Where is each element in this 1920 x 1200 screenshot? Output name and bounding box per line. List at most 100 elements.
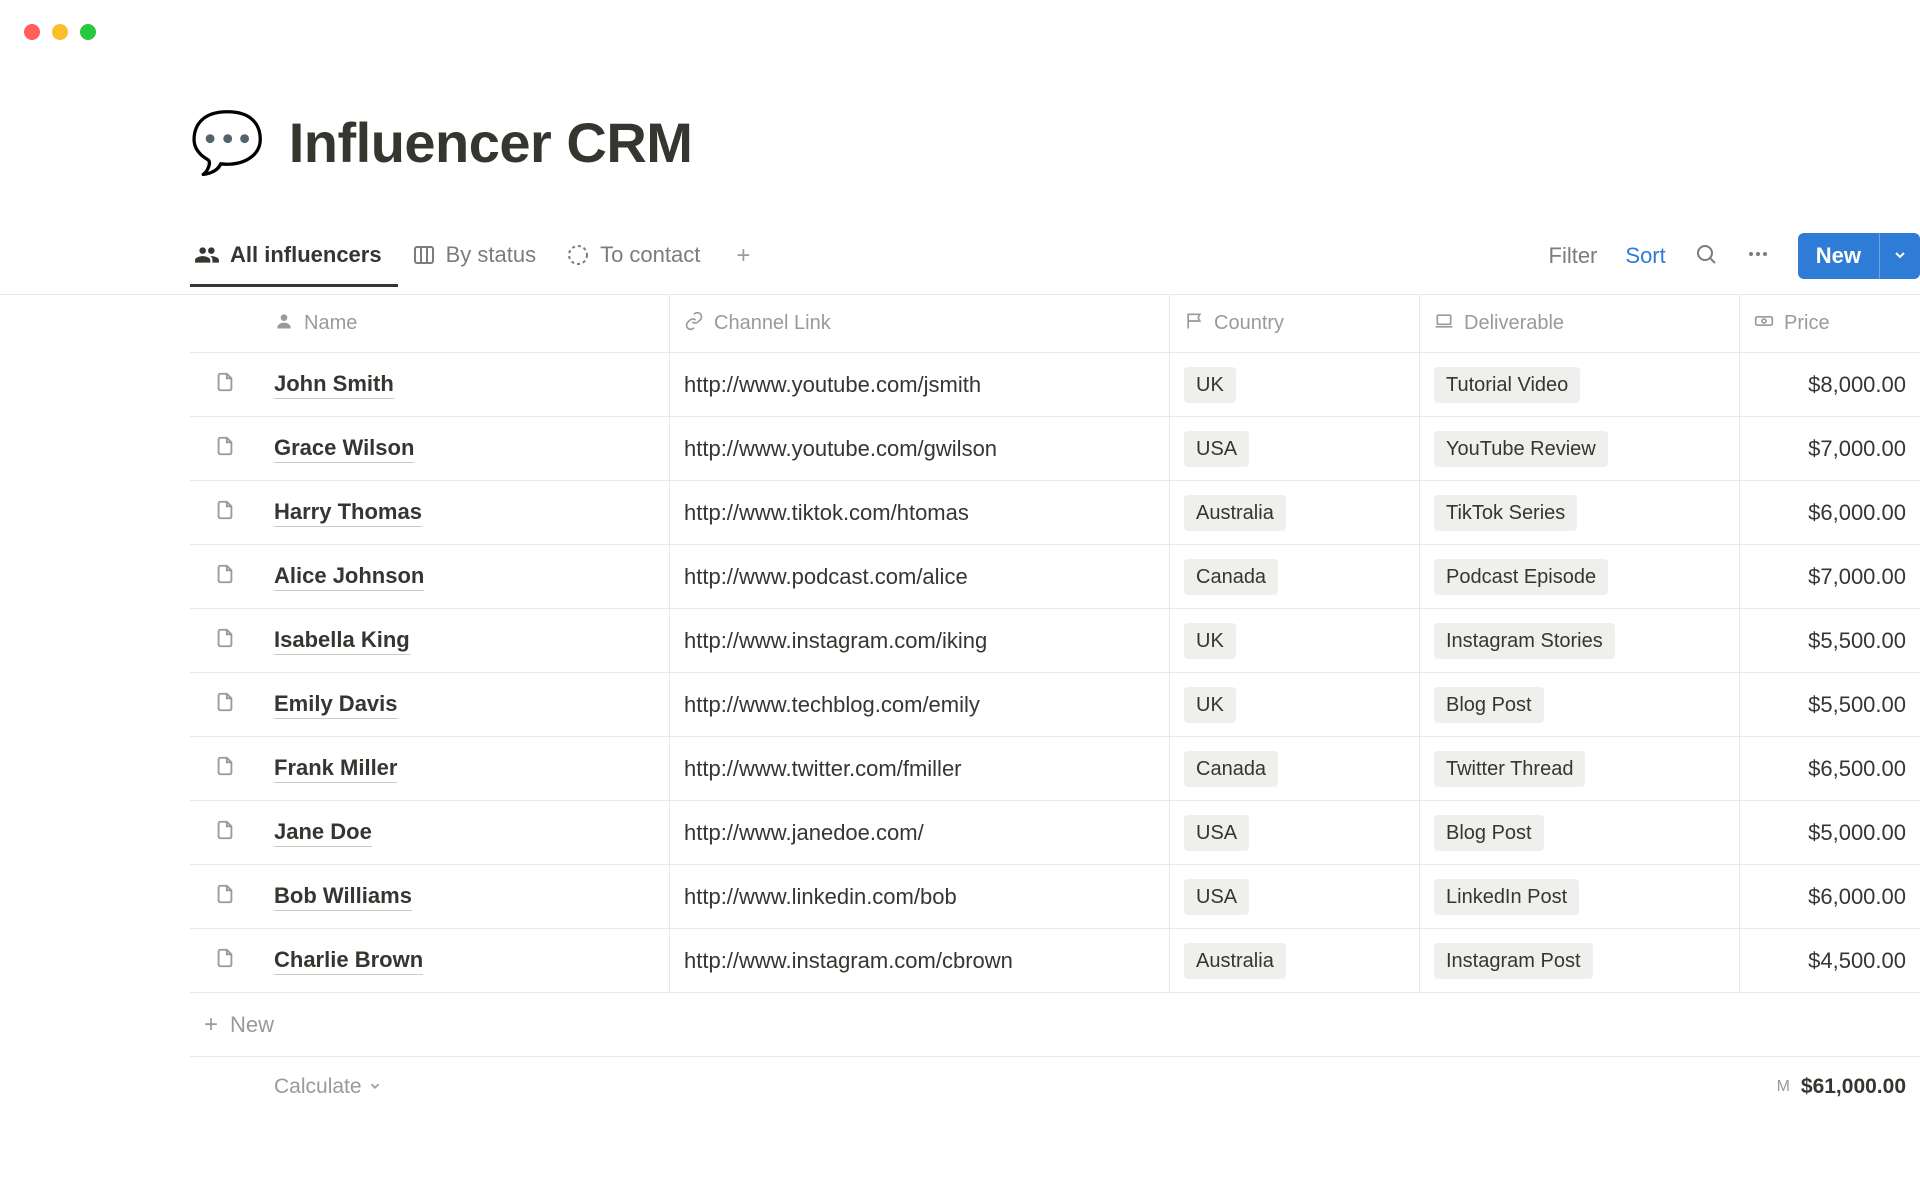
page-icon (214, 627, 236, 655)
cell-channel[interactable]: http://www.janedoe.com/ (670, 801, 1170, 864)
cell-deliverable[interactable]: TikTok Series (1420, 481, 1740, 544)
cell-deliverable[interactable]: Instagram Stories (1420, 609, 1740, 672)
column-header-name[interactable]: Name (260, 295, 670, 352)
influencer-name: Harry Thomas (274, 499, 422, 527)
price-value: $6,500.00 (1808, 756, 1906, 782)
column-header-deliverable[interactable]: Deliverable (1420, 295, 1740, 352)
new-button-dropdown[interactable] (1879, 233, 1920, 279)
cell-price[interactable]: $7,000.00 (1740, 417, 1920, 480)
cell-country[interactable]: UK (1170, 609, 1420, 672)
tab-all-influencers[interactable]: All influencers (190, 242, 398, 287)
channel-link-text: http://www.youtube.com/jsmith (684, 372, 981, 398)
cell-country[interactable]: Canada (1170, 737, 1420, 800)
cell-country[interactable]: Canada (1170, 545, 1420, 608)
page-title[interactable]: Influencer CRM (289, 110, 693, 175)
country-chip: Canada (1184, 751, 1278, 787)
window-zoom-icon[interactable] (80, 24, 96, 40)
column-label: Deliverable (1464, 312, 1564, 335)
cell-name[interactable]: Bob Williams (260, 865, 670, 928)
table-row[interactable]: Alice Johnsonhttp://www.podcast.com/alic… (190, 545, 1920, 609)
cell-country[interactable]: Australia (1170, 929, 1420, 992)
add-row-button[interactable]: + New (190, 993, 1920, 1057)
cell-channel[interactable]: http://www.techblog.com/emily (670, 673, 1170, 736)
cell-name[interactable]: Frank Miller (260, 737, 670, 800)
cell-price[interactable]: $5,500.00 (1740, 609, 1920, 672)
calculate-button[interactable]: Calculate (274, 1075, 382, 1099)
row-icon-cell (190, 929, 260, 992)
cell-deliverable[interactable]: Instagram Post (1420, 929, 1740, 992)
cell-deliverable[interactable]: Twitter Thread (1420, 737, 1740, 800)
cell-channel[interactable]: http://www.linkedin.com/bob (670, 865, 1170, 928)
window-minimize-icon[interactable] (52, 24, 68, 40)
cell-country[interactable]: USA (1170, 865, 1420, 928)
cell-deliverable[interactable]: Blog Post (1420, 801, 1740, 864)
page-icon (214, 883, 236, 911)
chevron-down-icon (368, 1075, 382, 1099)
table-row[interactable]: Jane Doehttp://www.janedoe.com/USABlog P… (190, 801, 1920, 865)
table-row[interactable]: Bob Williamshttp://www.linkedin.com/bobU… (190, 865, 1920, 929)
channel-link-text: http://www.techblog.com/emily (684, 692, 980, 718)
cell-deliverable[interactable]: Tutorial Video (1420, 353, 1740, 416)
cell-price[interactable]: $8,000.00 (1740, 353, 1920, 416)
sort-button[interactable]: Sort (1625, 243, 1665, 269)
page-emoji-icon[interactable]: 💬 (190, 113, 265, 173)
page-icon (214, 435, 236, 463)
table-row[interactable]: John Smith http://www.youtube.com/jsmith U… (190, 353, 1920, 417)
more-options-button[interactable] (1746, 242, 1770, 271)
cell-channel[interactable]: http://www.youtube.com/gwilson (670, 417, 1170, 480)
view-tabs-bar: All influencers By status To contact + F… (190, 233, 1920, 295)
cell-name[interactable]: Grace Wilson (260, 417, 670, 480)
cell-name[interactable]: Jane Doe (260, 801, 670, 864)
cell-name[interactable]: Alice Johnson (260, 545, 670, 608)
cell-channel[interactable]: http://www.youtube.com/jsmith (670, 353, 1170, 416)
cell-price[interactable]: $6,000.00 (1740, 865, 1920, 928)
page-icon (214, 499, 236, 527)
deliverable-chip: LinkedIn Post (1434, 879, 1579, 915)
cell-name[interactable]: John Smith (260, 353, 670, 416)
cell-channel[interactable]: http://www.twitter.com/fmiller (670, 737, 1170, 800)
cell-name[interactable]: Emily Davis (260, 673, 670, 736)
column-header-channel[interactable]: Channel Link (670, 295, 1170, 352)
window-close-icon[interactable] (24, 24, 40, 40)
cell-country[interactable]: UK (1170, 673, 1420, 736)
price-value: $8,000.00 (1808, 372, 1906, 398)
table-row[interactable]: Frank Millerhttp://www.twitter.com/fmill… (190, 737, 1920, 801)
tab-by-status[interactable]: By status (408, 242, 552, 287)
channel-link-text: http://www.tiktok.com/htomas (684, 500, 969, 526)
cell-price[interactable]: $5,500.00 (1740, 673, 1920, 736)
table-row[interactable]: Charlie Brownhttp://www.instagram.com/cb… (190, 929, 1920, 993)
cell-deliverable[interactable]: Podcast Episode (1420, 545, 1740, 608)
cell-price[interactable]: $6,500.00 (1740, 737, 1920, 800)
table-row[interactable]: Harry Thomas http://www.tiktok.com/htomas… (190, 481, 1920, 545)
cell-name[interactable]: Charlie Brown (260, 929, 670, 992)
country-chip: UK (1184, 687, 1236, 723)
cell-price[interactable]: $4,500.00 (1740, 929, 1920, 992)
cell-country[interactable]: USA (1170, 801, 1420, 864)
cell-deliverable[interactable]: YouTube Review (1420, 417, 1740, 480)
cell-deliverable[interactable]: LinkedIn Post (1420, 865, 1740, 928)
table-header-row: Name Channel Link Country Deliverable (190, 295, 1920, 353)
cell-channel[interactable]: http://www.instagram.com/cbrown (670, 929, 1170, 992)
cell-country[interactable]: Australia (1170, 481, 1420, 544)
cell-price[interactable]: $7,000.00 (1740, 545, 1920, 608)
add-view-button[interactable]: + (726, 242, 760, 286)
tab-to-contact[interactable]: To contact (562, 242, 716, 287)
cell-country[interactable]: USA (1170, 417, 1420, 480)
cell-price[interactable]: $6,000.00 (1740, 481, 1920, 544)
table-row[interactable]: Grace Wilsonhttp://www.youtube.com/gwils… (190, 417, 1920, 481)
cell-price[interactable]: $5,000.00 (1740, 801, 1920, 864)
cell-name[interactable]: Harry Thomas (260, 481, 670, 544)
column-header-country[interactable]: Country (1170, 295, 1420, 352)
cell-channel[interactable]: http://www.tiktok.com/htomas (670, 481, 1170, 544)
filter-button[interactable]: Filter (1549, 243, 1598, 269)
table-row[interactable]: Emily Davis http://www.techblog.com/emily… (190, 673, 1920, 737)
search-button[interactable] (1694, 242, 1718, 271)
cell-channel[interactable]: http://www.podcast.com/alice (670, 545, 1170, 608)
cell-deliverable[interactable]: Blog Post (1420, 673, 1740, 736)
cell-country[interactable]: UK (1170, 353, 1420, 416)
cell-name[interactable]: Isabella King (260, 609, 670, 672)
new-button[interactable]: New (1798, 233, 1920, 279)
column-header-price[interactable]: Price (1740, 295, 1920, 352)
cell-channel[interactable]: http://www.instagram.com/iking (670, 609, 1170, 672)
table-row[interactable]: Isabella Kinghttp://www.instagram.com/ik… (190, 609, 1920, 673)
